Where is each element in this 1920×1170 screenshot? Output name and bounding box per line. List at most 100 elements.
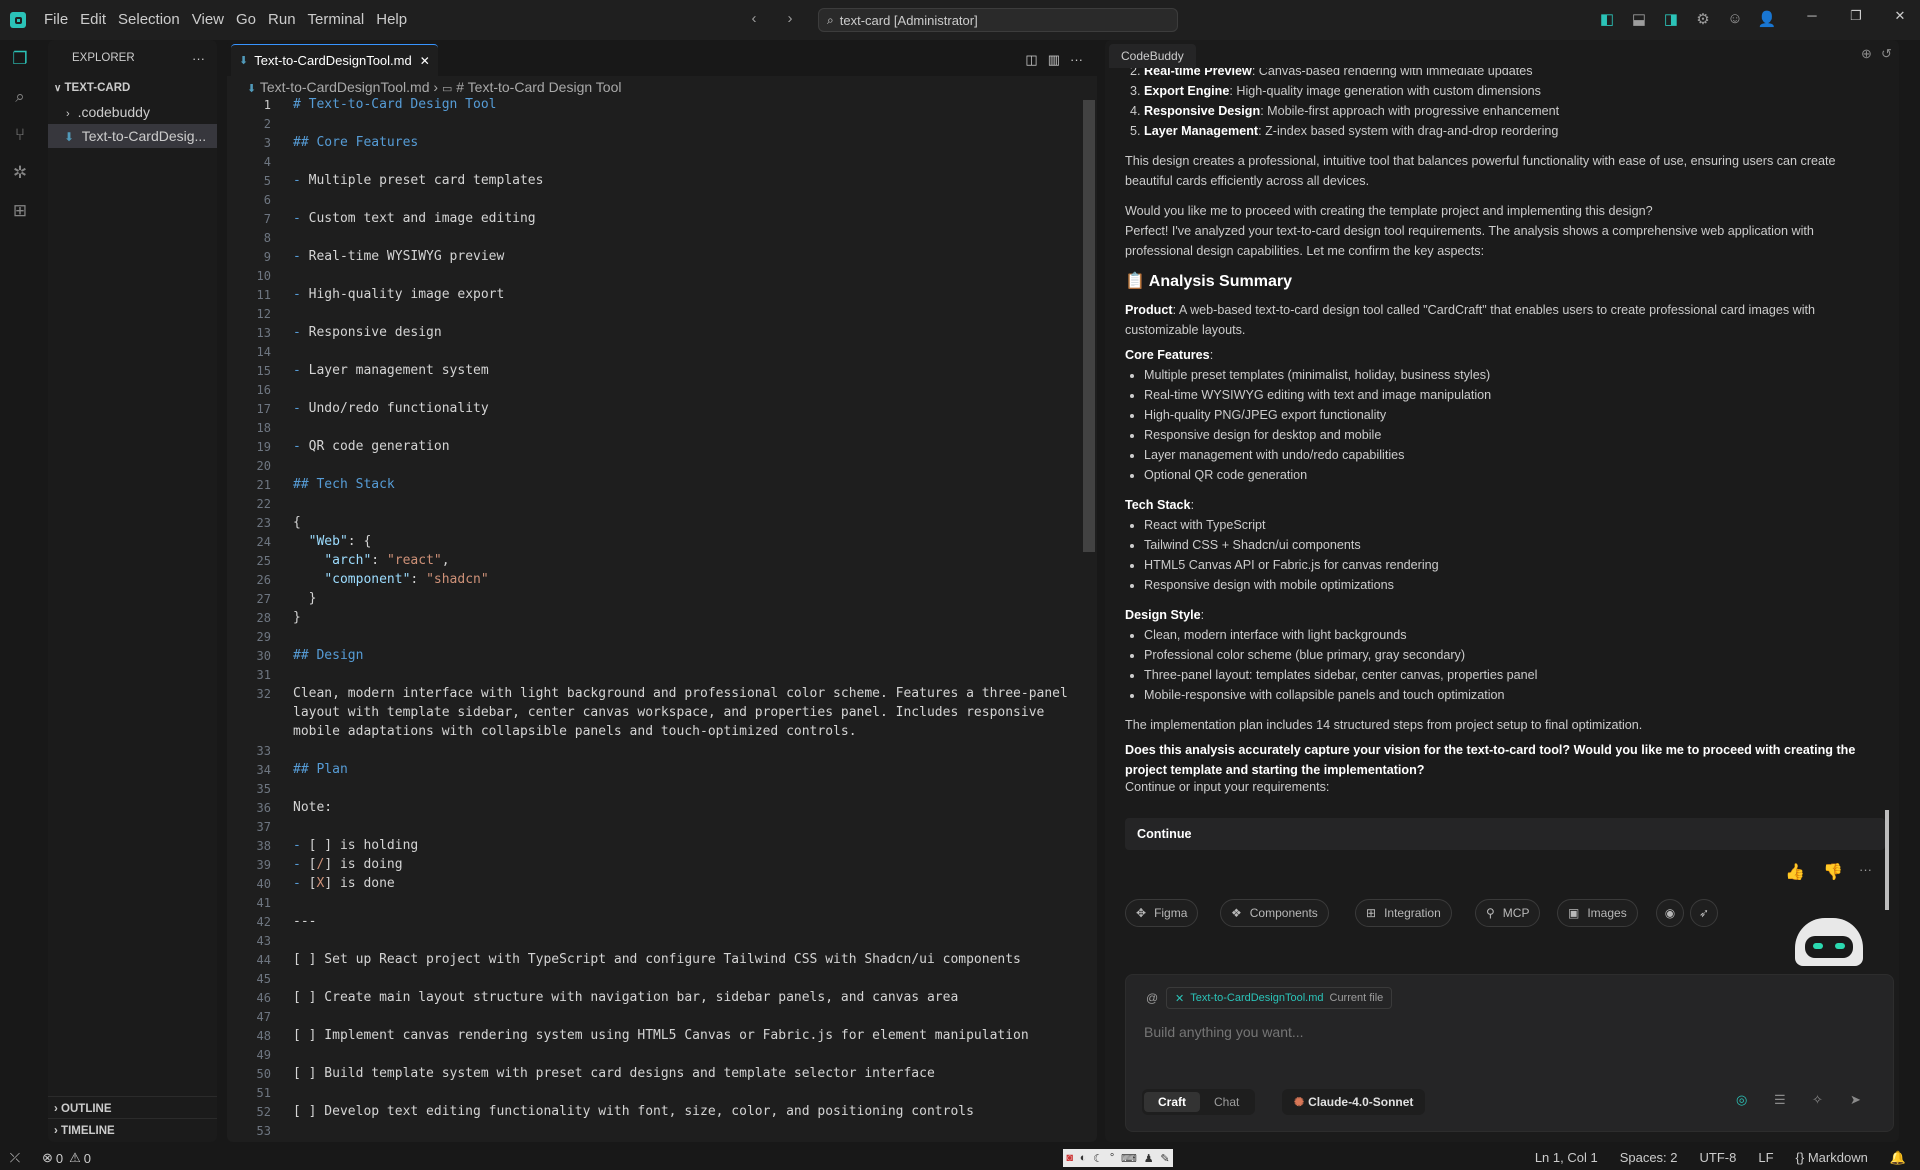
code-line[interactable]: layout with template sidebar, center can… xyxy=(293,705,1044,720)
code-line[interactable]: - Multiple preset card templates xyxy=(293,173,543,188)
folder-codebuddy[interactable]: › .codebuddy xyxy=(48,100,217,124)
code-line[interactable]: - Layer management system xyxy=(293,363,489,378)
notifications-icon[interactable]: 🔔 xyxy=(1890,1150,1906,1166)
run-debug-icon[interactable]: ✲ xyxy=(0,154,40,192)
code-line[interactable]: [ ] Set up React project with TypeScript… xyxy=(293,952,1021,967)
components-pill[interactable]: ❖ Components xyxy=(1220,899,1329,927)
code-line[interactable]: } xyxy=(293,591,317,606)
menu-item-edit[interactable]: Edit xyxy=(74,0,112,40)
code-line[interactable]: --- xyxy=(293,914,316,929)
toggle-secondary-sidebar-icon[interactable]: ◨ xyxy=(1659,10,1683,28)
thumbs-down-icon[interactable]: 👎 xyxy=(1823,862,1843,882)
restore-icon[interactable]: ❐ xyxy=(1834,0,1878,32)
breadcrumb-file[interactable]: Text-to-CardDesignTool.md xyxy=(260,79,430,95)
code-line[interactable]: "component": "shadcn" xyxy=(293,572,488,587)
command-center-search[interactable]: ⌕ text-card [Administrator] xyxy=(818,8,1178,32)
menu-item-file[interactable]: File xyxy=(38,0,74,40)
images-pill[interactable]: ▣ Images xyxy=(1557,899,1638,927)
chat-input[interactable] xyxy=(1144,1021,1864,1043)
menu-item-view[interactable]: View xyxy=(186,0,230,40)
code-editor[interactable]: 1 # Text-to-Card Design Tool 2 3 ## Core Fea… xyxy=(227,96,1087,1142)
menu-item-selection[interactable]: Selection xyxy=(112,0,186,40)
folder-root[interactable]: ∨ TEXT-CARD xyxy=(48,76,217,100)
code-line[interactable]: [ ] Build template system with preset ca… xyxy=(293,1066,935,1081)
explorer-icon[interactable]: ❐ xyxy=(0,40,40,78)
close-window-icon[interactable]: ✕ xyxy=(1878,0,1920,32)
toggle-panel-icon[interactable]: ⬓ xyxy=(1627,10,1651,28)
code-line[interactable]: - High-quality image export xyxy=(293,287,504,302)
toggle-primary-sidebar-icon[interactable]: ◧ xyxy=(1595,10,1619,28)
more-actions-icon[interactable]: ··· xyxy=(192,51,205,66)
thumbs-up-icon[interactable]: 👍 xyxy=(1785,862,1805,882)
timeline-section[interactable]: › TIMELINE xyxy=(48,1118,217,1142)
remove-context-icon[interactable]: ✕ xyxy=(1175,992,1184,1005)
integration-pill[interactable]: ⊞ Integration xyxy=(1355,899,1452,927)
mention-icon[interactable]: @ xyxy=(1146,991,1158,1005)
code-line[interactable]: - Real-time WYSIWYG preview xyxy=(293,249,504,264)
code-line[interactable]: Clean, modern interface with light backg… xyxy=(293,686,1068,701)
minimize-icon[interactable]: ─ xyxy=(1790,0,1834,32)
code-line[interactable]: [ ] Implement canvas rendering system us… xyxy=(293,1028,1029,1043)
code-line[interactable]: [ ] Develop text editing functionality w… xyxy=(293,1104,974,1119)
code-line[interactable]: [ ] Create main layout structure with na… xyxy=(293,990,958,1005)
new-chat-icon[interactable]: ⊕ xyxy=(1861,46,1872,62)
code-line[interactable]: ## Core Features xyxy=(293,135,418,150)
more-actions-icon[interactable]: ··· xyxy=(1070,52,1083,68)
code-line[interactable]: - [ ] is holding xyxy=(293,838,418,853)
code-line[interactable]: - [X] is done xyxy=(293,876,395,891)
code-line[interactable]: - [/] is doing xyxy=(293,857,403,872)
breadcrumb-symbol[interactable]: # Text-to-Card Design Tool xyxy=(456,79,621,95)
code-line[interactable]: "Web": { xyxy=(293,534,372,549)
close-tab-icon[interactable]: ✕ xyxy=(420,54,430,68)
forward-arrow-icon[interactable]: › xyxy=(778,10,802,27)
code-line[interactable]: - Custom text and image editing xyxy=(293,211,536,226)
deploy-pill[interactable]: ➶ xyxy=(1690,899,1718,927)
code-line[interactable]: # Text-to-Card Design Tool xyxy=(293,97,497,112)
end-of-line[interactable]: LF xyxy=(1758,1150,1773,1166)
code-line[interactable]: } xyxy=(293,610,301,625)
context-file-chip[interactable]: ✕ Text-to-CardDesignTool.md Current file xyxy=(1166,987,1393,1009)
continue-button[interactable]: Continue xyxy=(1125,818,1885,850)
encoding[interactable]: UTF-8 xyxy=(1700,1150,1737,1166)
tab-text-to-card[interactable]: ⬇ Text-to-CardDesignTool.md ✕ xyxy=(231,44,438,76)
language-mode[interactable]: {} Markdown xyxy=(1796,1150,1868,1166)
outline-section[interactable]: › OUTLINE xyxy=(48,1096,217,1120)
history-icon[interactable]: ↺ xyxy=(1881,46,1892,62)
rules-icon[interactable]: ☰ xyxy=(1774,1092,1786,1108)
copilot-icon[interactable]: ☺ xyxy=(1723,10,1747,28)
open-preview-icon[interactable]: ◫ xyxy=(1025,52,1037,68)
figma-pill[interactable]: ✥ Figma xyxy=(1125,899,1199,927)
code-line[interactable]: ## Plan xyxy=(293,762,348,777)
menu-item-run[interactable]: Run xyxy=(262,0,302,40)
settings-gear-icon[interactable]: ⚙ xyxy=(1691,10,1715,28)
code-line[interactable]: - Responsive design xyxy=(293,325,442,340)
send-icon[interactable]: ➤ xyxy=(1850,1092,1861,1108)
remote-icon[interactable]: ⤫ xyxy=(0,1150,30,1166)
back-arrow-icon[interactable]: ‹ xyxy=(742,10,766,27)
mode-craft-button[interactable]: Craft xyxy=(1144,1092,1201,1112)
model-selector[interactable]: ✺ Claude-4.0-Sonnet xyxy=(1282,1089,1426,1115)
menu-item-go[interactable]: Go xyxy=(230,0,262,40)
code-line[interactable]: - Undo/redo functionality xyxy=(293,401,489,416)
code-line[interactable]: "arch": "react", xyxy=(293,553,449,568)
code-line[interactable]: { xyxy=(293,515,301,530)
code-line[interactable]: ## Tech Stack xyxy=(293,477,395,492)
mcp-pill[interactable]: ⚲ MCP xyxy=(1475,899,1541,927)
search-view-icon[interactable]: ⌕ xyxy=(0,78,40,116)
codebuddy-tab[interactable]: CodeBuddy xyxy=(1109,44,1196,68)
chat-scrollbar[interactable] xyxy=(1885,810,1889,910)
cursor-position[interactable]: Ln 1, Col 1 xyxy=(1535,1150,1598,1166)
enhance-prompt-icon[interactable]: ✧ xyxy=(1812,1092,1823,1108)
mode-chat-button[interactable]: Chat xyxy=(1200,1092,1253,1112)
code-line[interactable]: Note: xyxy=(293,800,332,815)
code-line[interactable]: mobile adaptations with collapsible pane… xyxy=(293,724,857,739)
menu-item-terminal[interactable]: Terminal xyxy=(302,0,371,40)
extensions-icon[interactable]: ⊞ xyxy=(0,192,40,230)
warning-count[interactable]: 0 xyxy=(84,1151,91,1166)
error-count[interactable]: 0 xyxy=(56,1151,63,1166)
code-line[interactable]: - QR code generation xyxy=(293,439,450,454)
add-context-icon[interactable]: ◎ xyxy=(1736,1092,1747,1108)
code-line[interactable]: ## Design xyxy=(293,648,363,663)
indentation[interactable]: Spaces: 2 xyxy=(1620,1150,1678,1166)
file-text-to-card[interactable]: ⬇ Text-to-CardDesig... xyxy=(48,124,217,148)
